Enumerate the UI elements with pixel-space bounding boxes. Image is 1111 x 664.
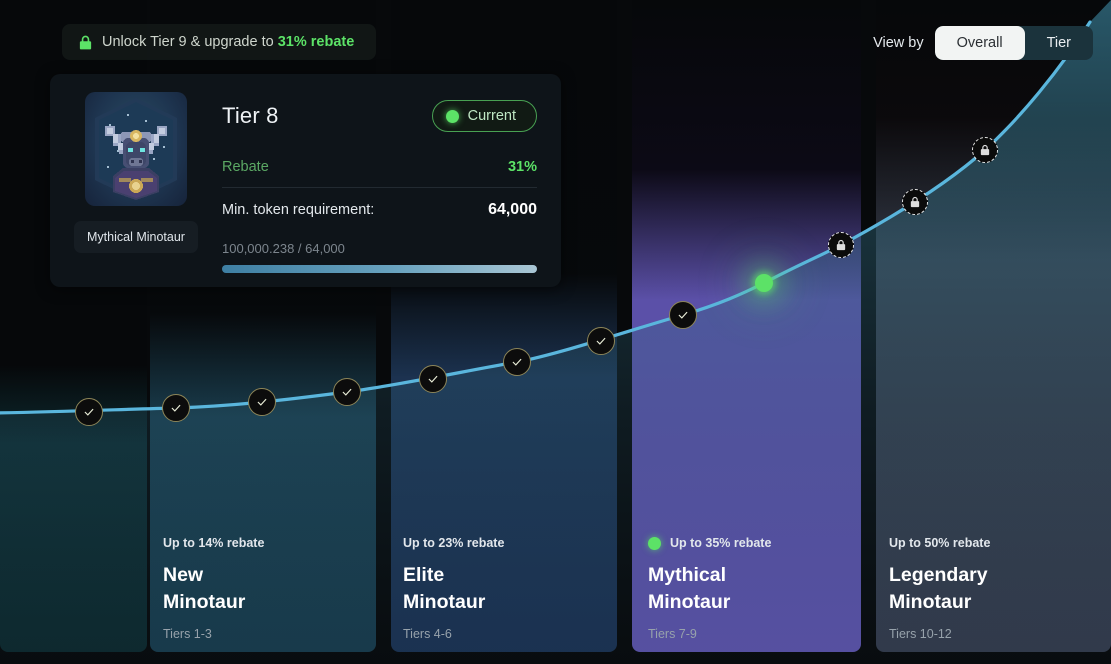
tier-group-caption-2[interactable]: Up to 23% rebate Elite Minotaur Tiers 4-6 <box>403 536 504 641</box>
requirement-label: Min. token requirement: <box>222 202 375 218</box>
caption-rebate-label: Up to 50% rebate <box>889 536 991 550</box>
tier-group-caption-1[interactable]: Up to 14% rebate New Minotaur Tiers 1-3 <box>163 536 264 641</box>
caption-rebate-row: Up to 35% rebate <box>648 536 771 550</box>
caption-tier-range: Tiers 1-3 <box>163 627 212 641</box>
tier-node-completed-8[interactable] <box>669 301 697 329</box>
caption-rebate-row: Up to 50% rebate <box>889 536 990 550</box>
current-badge-label: Current <box>467 108 516 124</box>
caption-name-line2: Minotaur <box>163 591 246 613</box>
caption-rebate-label: Up to 14% rebate <box>163 536 265 550</box>
progress-bar <box>222 265 537 273</box>
unlock-banner-text: Unlock Tier 9 & upgrade to 31% rebate <box>102 34 355 50</box>
tier-node-completed-7[interactable] <box>587 327 615 355</box>
status-dot-icon <box>445 109 459 123</box>
caption-group-name: Mythical Minotaur <box>648 562 771 616</box>
rebate-value: 31% <box>507 159 537 175</box>
minotaur-avatar-art <box>95 98 177 200</box>
tier-node-completed-2[interactable] <box>162 394 190 422</box>
current-tier-card: Mythical Minotaur Tier 8 Current Rebate … <box>50 74 561 287</box>
avatar-name-label: Mythical Minotaur <box>74 221 198 253</box>
caption-name-line2: Minotaur <box>403 591 486 613</box>
caption-rebate-row: Up to 14% rebate <box>163 536 264 550</box>
tier-card-avatar-section: Mythical Minotaur <box>50 74 222 287</box>
tier-node-completed-6[interactable] <box>503 348 531 376</box>
caption-name-line1: Mythical <box>648 564 727 586</box>
unlock-banner-highlight: 31% rebate <box>277 34 355 50</box>
tier-node-locked-12[interactable] <box>972 137 998 163</box>
current-group-dot-icon <box>648 536 661 550</box>
tier-node-completed-4[interactable] <box>333 378 361 406</box>
caption-tier-range: Tiers 7-9 <box>648 627 697 641</box>
tier-node-completed-1[interactable] <box>75 398 103 426</box>
caption-name-line1: Legendary <box>889 564 988 586</box>
requirement-value: 64,000 <box>488 201 537 218</box>
tier-card-details: Tier 8 Current Rebate 31% Min. token req… <box>222 74 561 287</box>
tier-node-locked-11[interactable] <box>902 189 928 215</box>
view-by-option-tier[interactable]: Tier <box>1025 26 1093 60</box>
caption-group-name: Elite Minotaur <box>403 562 504 616</box>
caption-tier-range: Tiers 4-6 <box>403 627 452 641</box>
view-by-control: View by Overall Tier <box>873 26 1093 60</box>
tier-group-caption-4[interactable]: Up to 50% rebate Legendary Minotaur Tiers 1… <box>889 536 990 641</box>
tier-node-completed-5[interactable] <box>419 365 447 393</box>
tier-node-completed-3[interactable] <box>248 388 276 416</box>
tier-group-caption-3[interactable]: Up to 35% rebate Mythical Minotaur Tiers 7-… <box>648 536 771 641</box>
tier-node-locked-10[interactable] <box>828 232 854 258</box>
caption-rebate-label: Up to 23% rebate <box>403 536 505 550</box>
progress-bar-fill <box>222 265 537 273</box>
caption-rebate-row: Up to 23% rebate <box>403 536 504 550</box>
caption-rebate-label: Up to 35% rebate <box>670 536 772 550</box>
caption-name-line1: New <box>163 564 204 586</box>
tier-node-current-9[interactable] <box>755 274 773 292</box>
current-status-badge[interactable]: Current <box>431 100 537 132</box>
unlock-banner[interactable]: Unlock Tier 9 & upgrade to 31% rebate <box>62 24 377 60</box>
view-by-segmented-control[interactable]: Overall Tier <box>934 26 1093 60</box>
rebate-row: Rebate 31% <box>222 159 537 188</box>
caption-name-line1: Elite <box>403 564 445 586</box>
minotaur-avatar <box>85 92 187 206</box>
caption-name-line2: Minotaur <box>889 591 972 613</box>
requirement-row: Min. token requirement: 64,000 <box>222 201 537 219</box>
caption-group-name: Legendary Minotaur <box>889 562 990 616</box>
lock-icon <box>78 34 93 51</box>
rebate-label: Rebate <box>222 159 269 175</box>
caption-name-line2: Minotaur <box>648 591 731 613</box>
caption-tier-range: Tiers 10-12 <box>889 627 952 641</box>
caption-group-name: New Minotaur <box>163 562 264 616</box>
view-by-label: View by <box>873 35 924 51</box>
view-by-option-overall[interactable]: Overall <box>934 26 1025 60</box>
progress-text: 100,000.238 / 64,000 <box>222 241 345 256</box>
tier-card-header: Tier 8 Current <box>222 100 537 132</box>
tier-progression-page: Unlock Tier 9 & upgrade to 31% rebate Vi… <box>0 0 1111 664</box>
tier-title: Tier 8 <box>222 103 279 128</box>
